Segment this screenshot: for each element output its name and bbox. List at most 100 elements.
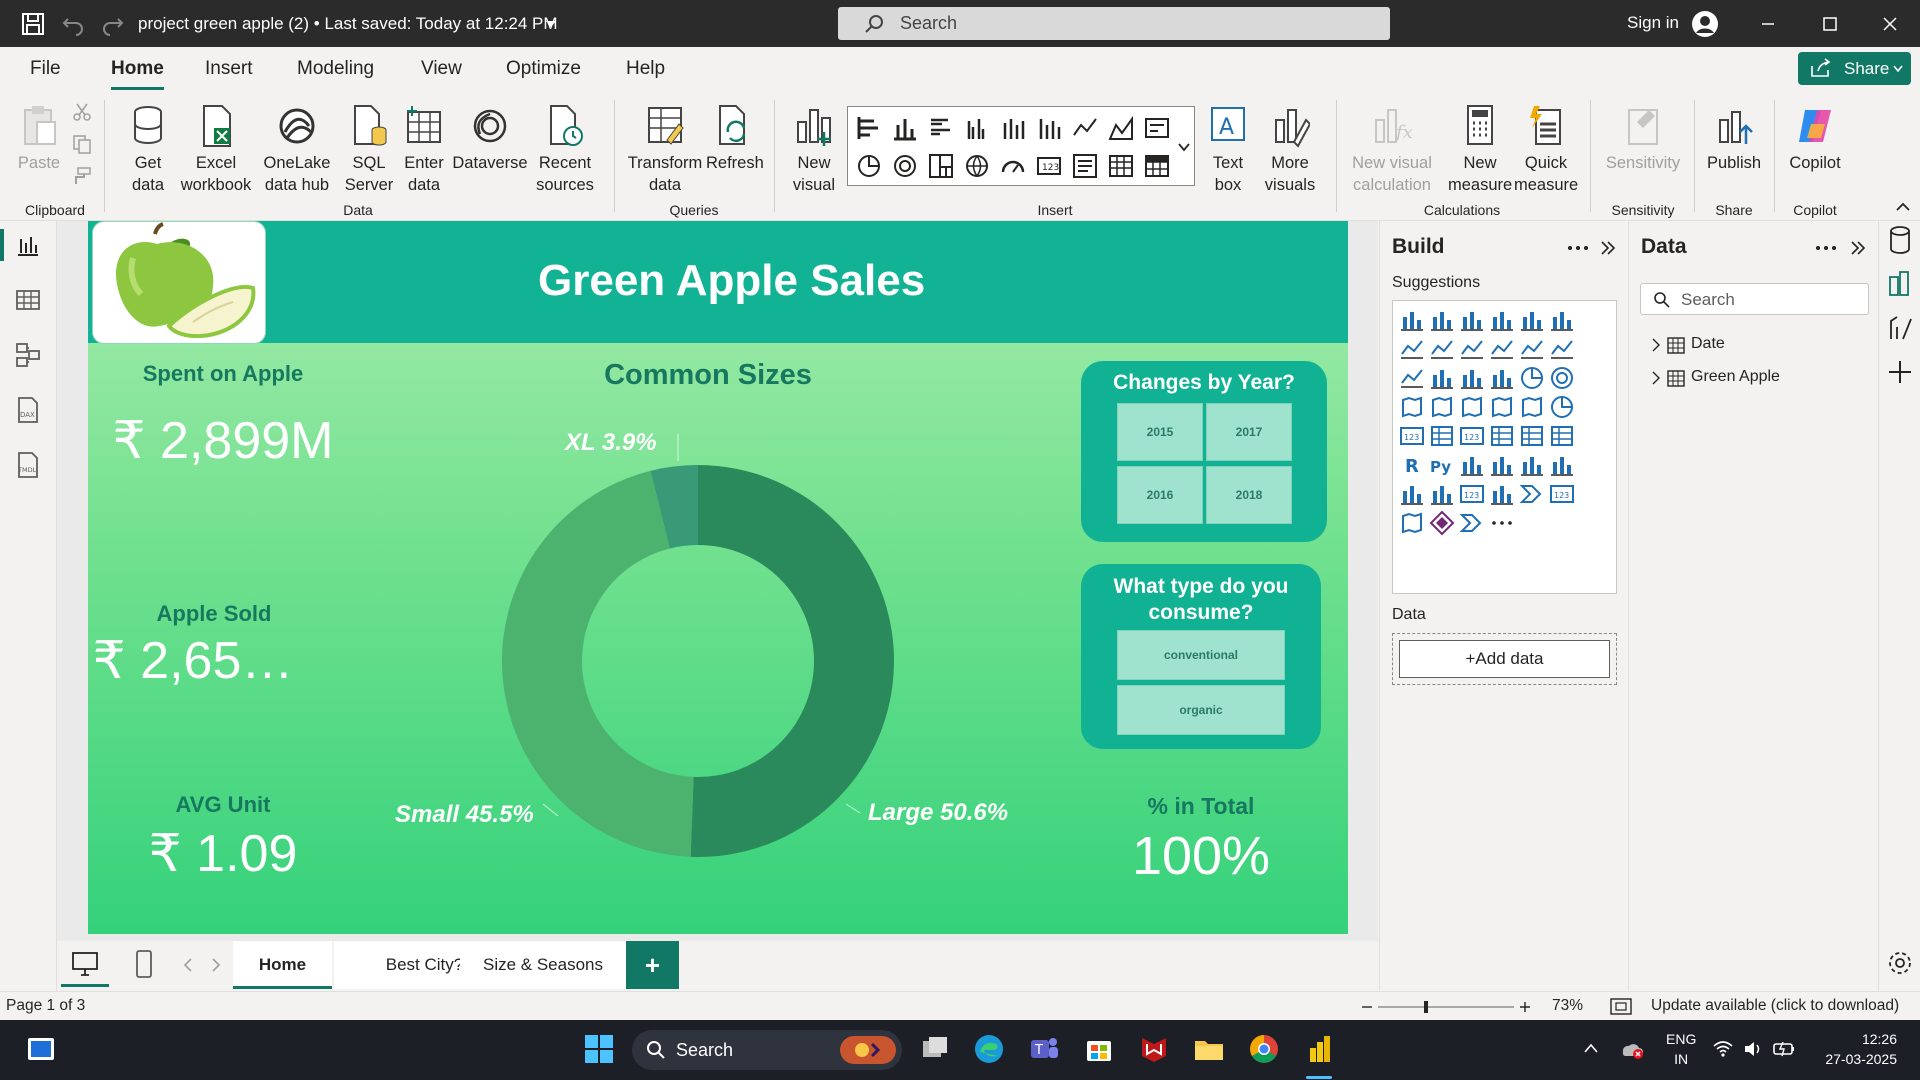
close-icon[interactable] bbox=[1882, 16, 1898, 32]
100-area-icon[interactable] bbox=[1489, 336, 1515, 362]
python-visual-icon[interactable]: Py bbox=[1429, 452, 1455, 478]
collapse-ribbon-icon[interactable] bbox=[1896, 202, 1910, 212]
fit-to-page-icon[interactable] bbox=[1610, 998, 1632, 1015]
more-icon[interactable] bbox=[1489, 510, 1515, 536]
power-bi-icon[interactable] bbox=[1302, 1032, 1336, 1066]
gauge-icon[interactable] bbox=[1549, 394, 1575, 420]
filled-map-icon[interactable] bbox=[1459, 394, 1485, 420]
more-options-icon[interactable] bbox=[1815, 245, 1837, 251]
stacked-column-icon[interactable] bbox=[892, 115, 918, 141]
format-pane-icon[interactable] bbox=[1887, 313, 1913, 343]
year-slicer-item-2017[interactable]: 2017 bbox=[1206, 403, 1292, 461]
100-column-icon[interactable] bbox=[1036, 115, 1062, 141]
multi-row-card-icon[interactable] bbox=[1429, 423, 1455, 449]
mobile-layout-icon[interactable] bbox=[135, 949, 153, 979]
tab-file[interactable]: File bbox=[30, 58, 61, 80]
goals-icon[interactable] bbox=[1399, 481, 1425, 507]
mcafee-icon[interactable] bbox=[1137, 1032, 1171, 1066]
scroll-right-icon[interactable] bbox=[211, 958, 221, 972]
type-slicer-item-organic[interactable]: organic bbox=[1117, 685, 1285, 735]
donut-chart-icon[interactable] bbox=[892, 153, 918, 179]
dataverse-button[interactable]: Dataverse bbox=[450, 104, 530, 174]
funnel-icon[interactable] bbox=[1459, 365, 1485, 391]
collapse-pane-icon[interactable] bbox=[1599, 239, 1617, 257]
text-box-button[interactable]: A Text box bbox=[1204, 104, 1252, 196]
arcgis-map-icon[interactable] bbox=[1399, 510, 1425, 536]
cut-icon[interactable] bbox=[72, 102, 92, 122]
100-stacked-bar-icon[interactable] bbox=[1519, 307, 1545, 333]
gallery-expand-icon[interactable] bbox=[1178, 142, 1190, 152]
slicer-icon[interactable] bbox=[1489, 423, 1515, 449]
donut-chart-icon[interactable] bbox=[1549, 365, 1575, 391]
treemap-icon[interactable] bbox=[928, 153, 954, 179]
recent-sources-button[interactable]: Recent sources bbox=[532, 104, 598, 196]
volume-icon[interactable] bbox=[1742, 1038, 1764, 1060]
line-chart-icon[interactable] bbox=[1072, 115, 1098, 141]
gauge-icon[interactable] bbox=[1000, 153, 1026, 179]
add-page-button[interactable]: + bbox=[626, 941, 679, 989]
treemap-icon[interactable] bbox=[1399, 394, 1425, 420]
year-slicer-item-2015[interactable]: 2015 bbox=[1117, 403, 1203, 461]
tab-optimize[interactable]: Optimize bbox=[506, 58, 581, 80]
line-clustered-column-icon[interactable] bbox=[1549, 336, 1575, 362]
stacked-bar-icon[interactable] bbox=[856, 115, 882, 141]
card-icon[interactable]: 123 bbox=[1399, 423, 1425, 449]
desktop-layout-icon[interactable] bbox=[71, 951, 99, 977]
sql-server-button[interactable]: SQL Server bbox=[344, 104, 394, 196]
metrics-icon[interactable]: 123 bbox=[1549, 481, 1575, 507]
system-clock[interactable]: 12:26 27-03-2025 bbox=[1815, 1029, 1897, 1069]
report-view-icon[interactable] bbox=[14, 231, 42, 259]
share-button[interactable]: Share bbox=[1798, 52, 1911, 85]
more-visuals-button[interactable]: More visuals bbox=[1258, 104, 1322, 196]
power-automate-icon[interactable] bbox=[1519, 481, 1545, 507]
battery-icon[interactable] bbox=[1772, 1038, 1796, 1060]
copy-icon[interactable] bbox=[72, 134, 92, 154]
new-measure-button[interactable]: New measure bbox=[1448, 104, 1512, 196]
task-view-icon[interactable] bbox=[918, 1032, 952, 1066]
power-apps-icon[interactable] bbox=[1489, 481, 1515, 507]
enter-data-button[interactable]: Enter data bbox=[400, 104, 448, 196]
card-new-icon[interactable]: 123 bbox=[1459, 481, 1485, 507]
line-stacked-column-icon[interactable] bbox=[1519, 336, 1545, 362]
100-bar-icon[interactable] bbox=[1000, 115, 1026, 141]
data-pane-icon[interactable] bbox=[1887, 225, 1913, 255]
azure-map-icon[interactable] bbox=[1519, 394, 1545, 420]
update-available-link[interactable]: Update available (click to download) bbox=[1651, 997, 1899, 1015]
file-explorer-icon[interactable] bbox=[1192, 1032, 1226, 1066]
chevron-icon[interactable] bbox=[1459, 510, 1485, 536]
line-column-icon[interactable] bbox=[1144, 115, 1170, 141]
teams-icon[interactable]: T bbox=[1027, 1032, 1061, 1066]
microsoft-store-icon[interactable] bbox=[1082, 1032, 1116, 1066]
visual-gallery[interactable]: 123 bbox=[847, 106, 1195, 186]
sensitivity-button[interactable]: Sensitivity bbox=[1600, 104, 1686, 174]
table-visual-icon[interactable] bbox=[1108, 153, 1134, 179]
collapse-pane-icon[interactable] bbox=[1849, 239, 1867, 257]
transform-data-button[interactable]: Transform data bbox=[624, 104, 706, 196]
tab-insert[interactable]: Insert bbox=[205, 58, 253, 80]
table-view-icon[interactable] bbox=[14, 286, 42, 314]
clustered-column-icon[interactable] bbox=[1489, 307, 1515, 333]
sign-in-link[interactable]: Sign in bbox=[1627, 13, 1679, 33]
ribbon-chart-icon[interactable] bbox=[1399, 365, 1425, 391]
refresh-button[interactable]: Refresh bbox=[706, 104, 764, 174]
year-slicer-item-2018[interactable]: 2018 bbox=[1206, 466, 1292, 524]
card-icon[interactable]: 123 bbox=[1036, 153, 1062, 179]
year-slicer-item-2016[interactable]: 2016 bbox=[1117, 466, 1203, 524]
quick-measure-button[interactable]: Quick measure bbox=[1514, 104, 1578, 196]
chrome-icon[interactable] bbox=[1247, 1032, 1281, 1066]
undo-icon[interactable] bbox=[60, 11, 86, 37]
new-visual-calculation-button[interactable]: fx New visual calculation bbox=[1346, 104, 1438, 196]
r-visual-icon[interactable]: R bbox=[1399, 452, 1425, 478]
redo-icon[interactable] bbox=[100, 11, 126, 37]
paginated-report-icon[interactable] bbox=[1429, 481, 1455, 507]
more-options-icon[interactable] bbox=[1567, 245, 1589, 251]
line-chart-icon[interactable] bbox=[1399, 336, 1425, 362]
scroll-left-icon[interactable] bbox=[183, 958, 193, 972]
clustered-column-icon[interactable] bbox=[964, 115, 990, 141]
matrix-icon[interactable] bbox=[1549, 423, 1575, 449]
dax-query-view-icon[interactable]: DAX bbox=[14, 396, 42, 424]
zoom-slider[interactable] bbox=[1362, 1001, 1532, 1013]
multi-row-card-icon[interactable] bbox=[1072, 153, 1098, 179]
donut-slice-small[interactable] bbox=[501, 470, 694, 857]
area-chart-icon[interactable] bbox=[1108, 115, 1134, 141]
